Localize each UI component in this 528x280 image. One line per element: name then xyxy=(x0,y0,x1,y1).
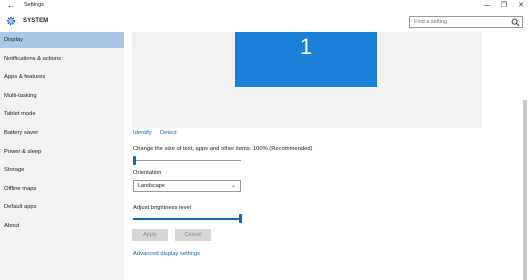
sidebar-item-tablet-mode[interactable]: Tablet mode xyxy=(0,106,124,122)
orientation-dropdown[interactable]: Landscape ⌄ xyxy=(133,180,241,192)
detect-link[interactable]: Detect xyxy=(160,130,177,136)
sidebar-item-notifications[interactable]: Notifications & actions xyxy=(0,51,124,67)
sidebar-item-display[interactable]: Display xyxy=(0,32,124,48)
section-title: SYSTEM xyxy=(23,18,49,24)
scale-slider-track[interactable] xyxy=(133,160,241,161)
sidebar-item-apps[interactable]: Apps & features xyxy=(0,69,124,85)
page-header: SYSTEM Find a setting xyxy=(0,12,528,32)
maximize-button[interactable]: ❐ xyxy=(497,0,511,12)
scale-label: Change the size of text, apps and other … xyxy=(133,146,313,152)
close-button[interactable]: ✕ xyxy=(514,0,528,12)
identify-link[interactable]: Identify xyxy=(133,130,152,136)
scrollbar[interactable] xyxy=(523,100,527,280)
minimize-button[interactable]: — xyxy=(480,0,494,12)
monitor-1[interactable]: 1 xyxy=(235,32,377,87)
sidebar-item-power-sleep[interactable]: Power & sleep xyxy=(0,144,124,160)
gear-icon xyxy=(6,16,16,26)
brightness-slider-fill[interactable] xyxy=(133,218,240,220)
main-content: 1 Identify Detect Change the size of tex… xyxy=(124,32,528,280)
window-title: Settings xyxy=(24,2,44,8)
apply-button[interactable]: Apply xyxy=(132,229,168,241)
orientation-value: Landscape xyxy=(138,183,165,189)
sidebar-item-storage[interactable]: Storage xyxy=(0,162,124,178)
title-bar: ← Settings — ❐ ✕ xyxy=(0,0,528,12)
orientation-label: Orientation xyxy=(133,170,162,176)
display-preview: 1 xyxy=(132,32,482,128)
chevron-down-icon: ⌄ xyxy=(230,183,236,189)
sidebar: Display Notifications & actions Apps & f… xyxy=(0,32,124,280)
sidebar-item-about[interactable]: About xyxy=(0,218,124,234)
sidebar-item-offline-maps[interactable]: Offline maps xyxy=(0,181,124,197)
search-placeholder: Find a setting xyxy=(414,19,448,25)
search-icon[interactable] xyxy=(511,18,520,27)
sidebar-item-default-apps[interactable]: Default apps xyxy=(0,199,124,215)
sidebar-item-multitasking[interactable]: Multi-tasking xyxy=(0,88,124,104)
brightness-label: Adjust brightness level xyxy=(133,205,192,211)
search-input[interactable]: Find a setting xyxy=(409,16,523,28)
back-arrow-icon[interactable]: ← xyxy=(5,0,17,12)
advanced-display-settings-link[interactable]: Advanced display settings xyxy=(133,251,200,257)
brightness-slider-thumb[interactable] xyxy=(239,214,242,223)
cancel-button[interactable]: Cancel xyxy=(175,229,211,241)
scale-slider-thumb[interactable] xyxy=(133,156,136,165)
sidebar-item-battery-saver[interactable]: Battery saver xyxy=(0,125,124,141)
